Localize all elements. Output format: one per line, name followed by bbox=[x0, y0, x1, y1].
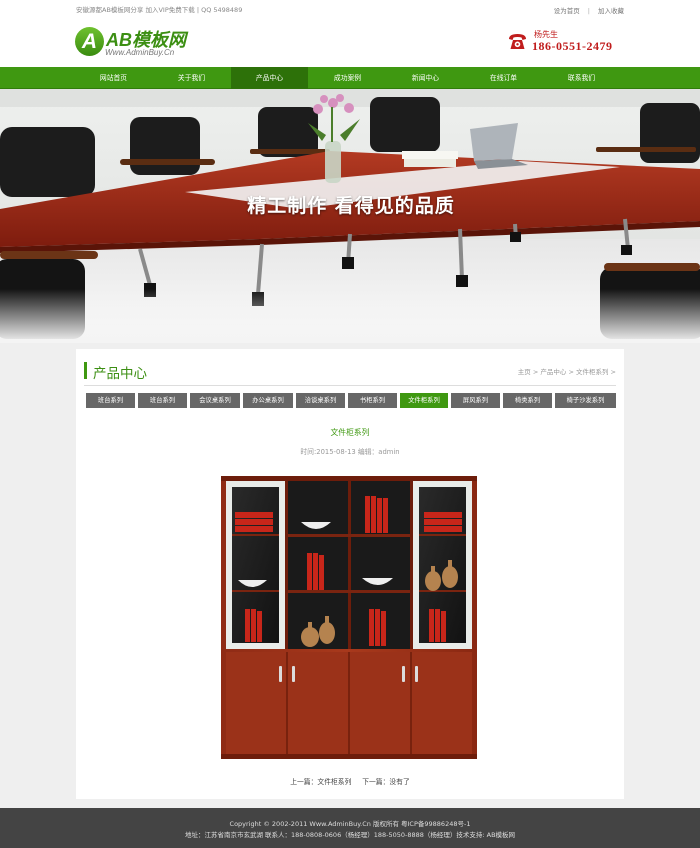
contact-block: 杨先生 186-0551-2479 bbox=[507, 29, 627, 63]
article-meta: 时间:2015-08-13 编辑：admin bbox=[300, 448, 400, 456]
site-header: A AB模板网 Www.AdminBuy.Cn 杨先生 186-0551-247… bbox=[0, 18, 700, 67]
category-tabs: 班台系列 班台系列 会议桌系列 办公桌系列 洽谈桌系列 书柜系列 文件柜系列 屏… bbox=[86, 393, 616, 408]
section-title: 产品中心 bbox=[93, 366, 147, 382]
breadcrumb-separator: > bbox=[608, 368, 616, 376]
top-bar-notice: 安徽源都AB模板网分享 加入VIP免费下载 | QQ 5498489 bbox=[76, 6, 243, 14]
nav-item-home[interactable]: 网站首页 bbox=[75, 67, 152, 89]
category-tab[interactable]: 文件柜系列 bbox=[400, 393, 448, 408]
contact-phone: 186-0551-2479 bbox=[532, 39, 613, 53]
top-bar-links: 设为首页 | 加入收藏 bbox=[554, 5, 624, 15]
top-bar: 安徽源都AB模板网分享 加入VIP免费下载 | QQ 5498489 设为首页 |… bbox=[0, 0, 700, 18]
prev-next-links: 上一篇：文件柜系列 下一篇：没有了 bbox=[76, 776, 624, 786]
breadcrumb-separator: > bbox=[530, 368, 541, 376]
category-tab[interactable]: 班台系列 bbox=[138, 393, 187, 408]
divider: | bbox=[587, 7, 590, 15]
main-nav: 网站首页 关于我们 产品中心 成功案例 新闻中心 在线订单 联系我们 bbox=[0, 67, 700, 89]
breadcrumb-separator: > bbox=[566, 368, 576, 376]
nav-item-contact[interactable]: 联系我们 bbox=[543, 67, 620, 89]
product-content-panel: 产品中心 主页 > 产品中心 > 文件柜系列 > 班台系列 班台系列 会议桌系列… bbox=[76, 349, 624, 799]
prev-article-link[interactable]: 上一篇：文件柜系列 bbox=[290, 778, 351, 786]
category-tab[interactable]: 洽谈桌系列 bbox=[296, 393, 345, 408]
site-logo[interactable]: A AB模板网 Www.AdminBuy.Cn bbox=[75, 26, 215, 60]
breadcrumb-home[interactable]: 主页 bbox=[518, 368, 531, 376]
telephone-icon bbox=[509, 34, 526, 49]
breadcrumb-products[interactable]: 产品中心 bbox=[540, 368, 566, 376]
banner-caption: 精工制作 看得见的品质 bbox=[247, 195, 455, 217]
category-tab[interactable]: 办公桌系列 bbox=[243, 393, 293, 408]
breadcrumb: 主页 > 产品中心 > 文件柜系列 > bbox=[518, 366, 616, 376]
nav-item-cases[interactable]: 成功案例 bbox=[309, 67, 386, 89]
article-title: 文件柜系列 bbox=[330, 428, 370, 437]
hero-banner: 精工制作 看得见的品质 bbox=[0, 89, 700, 343]
footer-address: 地址：江苏省南京市玄武湖 联系人：188-0808-0606（杨经理）188-5… bbox=[184, 831, 516, 839]
category-tab[interactable]: 椅类系列 bbox=[503, 393, 552, 408]
section-divider bbox=[84, 385, 616, 386]
section-title-accent bbox=[84, 362, 87, 379]
breadcrumb-current[interactable]: 文件柜系列 bbox=[576, 368, 609, 376]
next-article-link[interactable]: 下一篇：没有了 bbox=[362, 778, 410, 786]
category-tab[interactable]: 会议桌系列 bbox=[190, 393, 240, 408]
set-home-link[interactable]: 设为首页 bbox=[554, 7, 580, 15]
footer-copyright: Copyright © 2002-2011 Www.AdminBuy.Cn 版权… bbox=[229, 820, 471, 828]
logo-mark: A bbox=[75, 27, 104, 56]
logo-url: Www.AdminBuy.Cn bbox=[105, 48, 175, 57]
nav-item-about[interactable]: 关于我们 bbox=[153, 67, 230, 89]
add-favorite-link[interactable]: 加入收藏 bbox=[598, 7, 624, 15]
category-tab[interactable]: 书柜系列 bbox=[348, 393, 397, 408]
category-tab[interactable]: 椅子沙发系列 bbox=[555, 393, 616, 408]
category-tab[interactable]: 屏风系列 bbox=[451, 393, 500, 408]
site-footer: Copyright © 2002-2011 Www.AdminBuy.Cn 版权… bbox=[0, 808, 700, 848]
nav-item-products[interactable]: 产品中心 bbox=[231, 67, 308, 89]
category-tab[interactable]: 班台系列 bbox=[86, 393, 135, 408]
nav-item-news[interactable]: 新闻中心 bbox=[387, 67, 464, 89]
file-cabinet-product-image bbox=[221, 476, 477, 759]
nav-item-orders[interactable]: 在线订单 bbox=[465, 67, 542, 89]
